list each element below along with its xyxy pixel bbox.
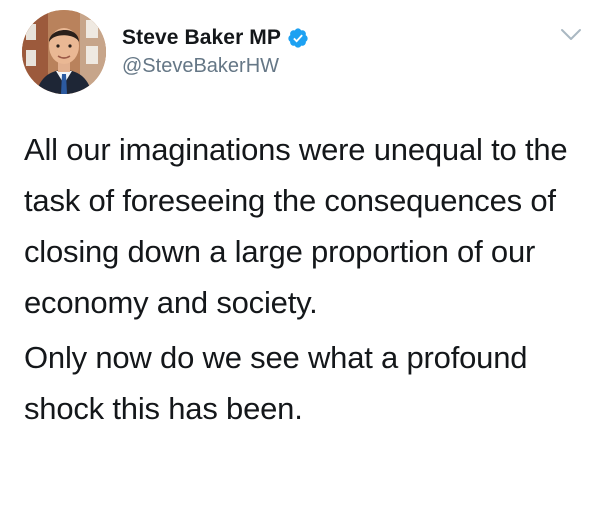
- tweet-paragraph: Only now do we see what a profound shock…: [24, 340, 528, 426]
- author-handle[interactable]: @SteveBakerHW: [122, 55, 309, 78]
- chevron-down-icon[interactable]: [560, 28, 582, 42]
- tweet-header: Steve Baker MP @SteveBakerHW: [22, 10, 582, 96]
- avatar[interactable]: [22, 10, 106, 94]
- tweet-paragraph: All our imaginations were unequal to the…: [24, 132, 568, 320]
- display-name[interactable]: Steve Baker MP: [122, 26, 281, 50]
- tweet-text: All our imaginations were unequal to the…: [24, 124, 584, 434]
- author-names: Steve Baker MP @SteveBakerHW: [122, 25, 309, 78]
- tweet-card: Steve Baker MP @SteveBakerHW All our ima…: [0, 0, 600, 506]
- verified-badge-icon: [287, 27, 309, 49]
- name-row: Steve Baker MP: [122, 25, 309, 51]
- avatar-image: [22, 10, 106, 94]
